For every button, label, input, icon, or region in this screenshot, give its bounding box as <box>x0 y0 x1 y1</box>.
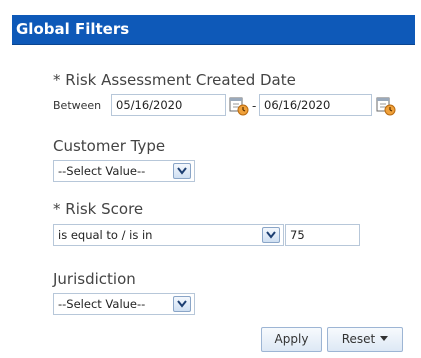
chevron-down-icon[interactable] <box>173 296 191 312</box>
risk-score-value-input[interactable]: 75 <box>285 224 360 246</box>
risk-assessment-date-label: * Risk Assessment Created Date <box>53 71 296 89</box>
end-date-calendar-icon[interactable] <box>375 95 397 117</box>
risk-score-label: * Risk Score <box>53 200 144 218</box>
customer-type-label: Customer Type <box>53 137 166 155</box>
global-filters-header: Global Filters <box>12 15 415 45</box>
apply-button-label: Apply <box>274 332 309 346</box>
apply-button[interactable]: Apply <box>261 327 322 352</box>
risk-score-operator-select[interactable]: is equal to / is in <box>53 224 284 246</box>
between-label: Between <box>53 99 102 112</box>
jurisdiction-label: Jurisdiction <box>53 270 136 288</box>
date-separator: - <box>252 99 257 113</box>
risk-score-operator-value: is equal to / is in <box>58 228 153 242</box>
customer-type-selected-value: --Select Value-- <box>58 164 146 178</box>
customer-type-select[interactable]: --Select Value-- <box>53 160 195 182</box>
caret-down-icon <box>380 336 389 341</box>
chevron-down-icon[interactable] <box>173 163 191 179</box>
reset-button-label: Reset <box>341 332 376 346</box>
end-date-input[interactable]: 06/16/2020 <box>259 94 372 116</box>
jurisdiction-selected-value: --Select Value-- <box>58 297 146 311</box>
start-date-input[interactable]: 05/16/2020 <box>111 94 226 116</box>
panel-title: Global Filters <box>16 20 130 38</box>
start-date-calendar-icon[interactable] <box>228 95 250 117</box>
chevron-down-icon[interactable] <box>262 227 280 243</box>
reset-button[interactable]: Reset <box>327 327 403 352</box>
jurisdiction-select[interactable]: --Select Value-- <box>53 293 195 315</box>
